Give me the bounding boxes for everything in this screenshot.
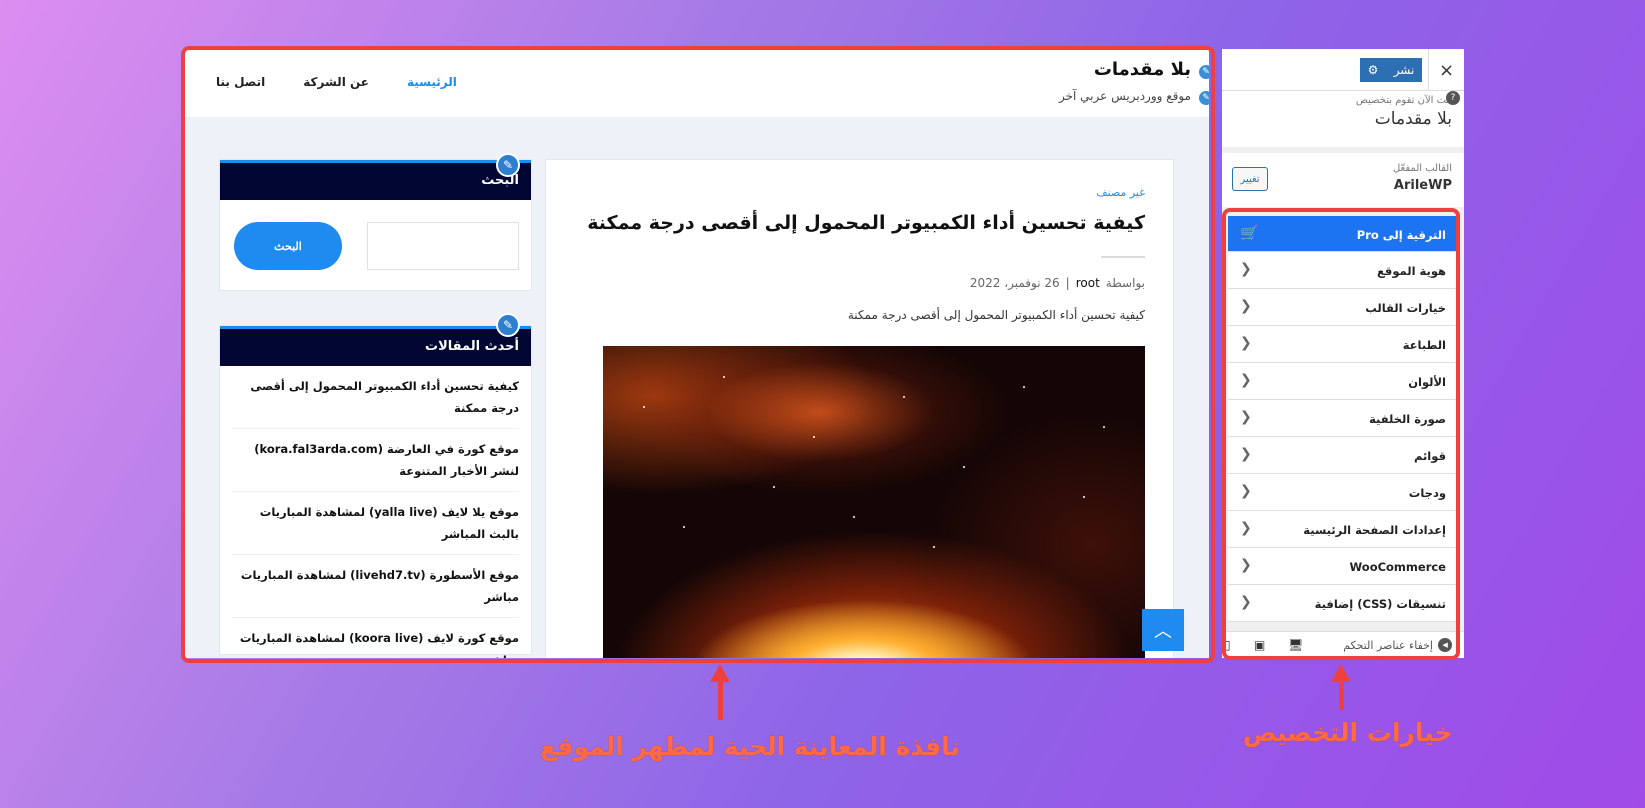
menu-item-woocommerce[interactable]: WooCommerce ❮: [1228, 548, 1458, 585]
menu-item-typography[interactable]: الطباعة ❮: [1228, 326, 1458, 363]
menu-item-colors[interactable]: الألوان ❮: [1228, 363, 1458, 400]
menu-item-label: صورة الخلفية: [1369, 412, 1446, 426]
customizing-site-name: بلا مقدمات: [1374, 109, 1452, 129]
main-nav: اتصل بنا عن الشركة الرئيسية: [216, 75, 495, 89]
menu-item-site-identity[interactable]: هوية الموقع ❮: [1228, 252, 1458, 289]
customizer-header: × نشر ⚙: [1222, 49, 1464, 91]
recent-post-item[interactable]: موقع الأسطورة (livehd7.tv) لمشاهدة المبا…: [232, 555, 519, 618]
search-widget: البحث البحث: [219, 159, 532, 291]
site-tagline: موقع ووردبريس عربي آخر: [1058, 89, 1191, 103]
recent-posts-title: أحدث المقالات: [220, 326, 531, 366]
chevron-left-icon: ❮: [1240, 446, 1252, 462]
recent-posts-list: كيفية تحسين أداء الكمبيوتر المحمول إلى أ…: [220, 366, 531, 658]
post-excerpt: كيفية تحسين أداء الكمبيوتر المحمول إلى أ…: [847, 308, 1145, 322]
arrow-shaft: [1339, 680, 1344, 710]
post-meta: بواسطة root | 26 نوفمبر، 2022: [970, 276, 1145, 290]
customizing-info: أنت الآن تقوم بتخصيص بلا مقدمات: [1222, 91, 1464, 147]
recent-post-item[interactable]: موقع كورة في العارضة (kora.fal3arda.com)…: [232, 429, 519, 492]
chevron-left-icon: ❮: [1240, 298, 1252, 314]
customizer-panel: × نشر ⚙ أنت الآن تقوم بتخصيص بلا مقدمات …: [1222, 49, 1464, 658]
post-date: 26 نوفمبر، 2022: [969, 276, 1060, 290]
scroll-top-chevron-up-icon[interactable]: ︿: [1142, 609, 1184, 651]
desktop-icon[interactable]: 🖥: [1288, 638, 1303, 652]
active-theme-label: القالب المفعّل: [1392, 163, 1452, 174]
menu-item-label: إعدادات الصفحة الرئيسية: [1303, 523, 1446, 537]
customizer-caption: خيارات التخصيص: [1243, 718, 1453, 747]
active-theme-name: ArileWP: [1393, 178, 1452, 193]
customizing-label: أنت الآن تقوم بتخصيص: [1355, 95, 1452, 106]
help-icon[interactable]: ?: [1446, 91, 1460, 105]
recent-post-item[interactable]: موقع كورة لايف (koora live) لمشاهدة المب…: [232, 618, 519, 658]
change-theme-button[interactable]: تغيير: [1232, 167, 1268, 191]
chevron-left-icon: ❮: [1240, 261, 1252, 277]
search-button[interactable]: البحث: [234, 222, 342, 270]
menu-item-label: الألوان: [1408, 375, 1446, 389]
menu-item-label: تنسيقات (CSS) إضافية: [1314, 597, 1446, 611]
publish-label: نشر: [1393, 63, 1415, 77]
site-title[interactable]: بلا مقدمات: [1094, 59, 1191, 80]
post-author[interactable]: root: [1076, 276, 1100, 290]
customizer-footer: ◀ إخفاء عناصر التحكم 🖥 ▣ ▯: [1222, 631, 1464, 658]
edit-tagline-pencil-icon[interactable]: ✎: [1197, 89, 1209, 107]
gear-icon[interactable]: ⚙: [1368, 63, 1379, 77]
menu-item-theme-options[interactable]: خيارات القالب ❮: [1228, 289, 1458, 326]
menu-item-label: ودجات: [1408, 486, 1446, 500]
search-input[interactable]: [367, 222, 519, 270]
menu-item-label: قوائم: [1413, 449, 1446, 463]
post-card: غير مصنف كيفية تحسين أداء الكمبيوتر المح…: [545, 159, 1174, 658]
edit-site-title-pencil-icon[interactable]: ✎: [1197, 63, 1209, 81]
chevron-left-icon: ❮: [1240, 335, 1252, 351]
menu-item-menus[interactable]: قوائم ❮: [1228, 437, 1458, 474]
recent-post-item[interactable]: كيفية تحسين أداء الكمبيوتر المحمول إلى أ…: [232, 366, 519, 429]
menu-item-upgrade-pro[interactable]: الترقية إلى Pro 🛒: [1228, 216, 1458, 252]
post-featured-image[interactable]: [603, 346, 1145, 658]
chevron-left-icon: ❮: [1240, 483, 1252, 499]
menu-item-widgets[interactable]: ودجات ❮: [1228, 474, 1458, 511]
search-row: البحث: [234, 222, 519, 270]
arrow-shaft: [718, 680, 723, 720]
hide-controls-label: إخفاء عناصر التحكم: [1343, 638, 1433, 652]
menu-item-additional-css[interactable]: تنسيقات (CSS) إضافية ❮: [1228, 585, 1458, 622]
nav-item-home[interactable]: الرئيسية: [407, 75, 457, 89]
menu-item-label: الطباعة: [1402, 338, 1446, 352]
preview-caption: نافذة المعاينة الحية لمظهر الموقع: [540, 732, 960, 761]
edit-search-widget-pencil-icon[interactable]: ✎: [496, 153, 520, 177]
menu-item-homepage-settings[interactable]: إعدادات الصفحة الرئيسية ❮: [1228, 511, 1458, 548]
menu-item-label: الترقية إلى Pro: [1356, 228, 1446, 242]
cart-icon: 🛒: [1240, 224, 1259, 242]
tablet-icon[interactable]: ▣: [1254, 638, 1265, 652]
hide-controls-button[interactable]: ◀ إخفاء عناصر التحكم: [1343, 638, 1452, 652]
collapse-icon: ◀: [1438, 638, 1452, 652]
close-icon[interactable]: ×: [1428, 49, 1464, 91]
chevron-left-icon: ❮: [1240, 594, 1252, 610]
menu-item-label: WooCommerce: [1349, 560, 1446, 574]
edit-recent-posts-pencil-icon[interactable]: ✎: [496, 313, 520, 337]
meta-separator: |: [1065, 276, 1070, 290]
chevron-left-icon: ❮: [1240, 409, 1252, 425]
customizer-menu: الترقية إلى Pro 🛒 هوية الموقع ❮ خيارات ال…: [1228, 216, 1458, 622]
post-by: بواسطة: [1105, 276, 1145, 290]
post-category[interactable]: غير مصنف: [1096, 186, 1145, 199]
site-header: بلا مقدمات موقع ووردبريس عربي آخر ✎ ✎ ات…: [182, 49, 1209, 117]
chevron-left-icon: ❮: [1240, 520, 1252, 536]
live-preview: بلا مقدمات موقع ووردبريس عربي آخر ✎ ✎ ات…: [182, 49, 1209, 658]
recent-posts-widget: أحدث المقالات كيفية تحسين أداء الكمبيوتر…: [219, 325, 532, 658]
active-theme: القالب المفعّل ArileWP تغيير: [1222, 153, 1464, 207]
menu-item-label: هوية الموقع: [1376, 264, 1446, 278]
post-title[interactable]: كيفية تحسين أداء الكمبيوتر المحمول إلى أ…: [585, 212, 1145, 234]
chevron-left-icon: ❮: [1240, 557, 1252, 573]
nav-item-about[interactable]: عن الشركة: [303, 75, 369, 89]
nav-item-contact[interactable]: اتصل بنا: [216, 75, 265, 89]
menu-item-label: خيارات القالب: [1365, 301, 1446, 315]
title-divider: [1101, 256, 1145, 258]
search-widget-title: البحث: [220, 160, 531, 200]
menu-item-background-image[interactable]: صورة الخلفية ❮: [1228, 400, 1458, 437]
chevron-left-icon: ❮: [1240, 372, 1252, 388]
recent-post-item[interactable]: موقع يلا لايف (yalla live) لمشاهدة المبا…: [232, 492, 519, 555]
publish-button[interactable]: نشر ⚙: [1360, 58, 1422, 82]
mobile-icon[interactable]: ▯: [1224, 638, 1231, 652]
